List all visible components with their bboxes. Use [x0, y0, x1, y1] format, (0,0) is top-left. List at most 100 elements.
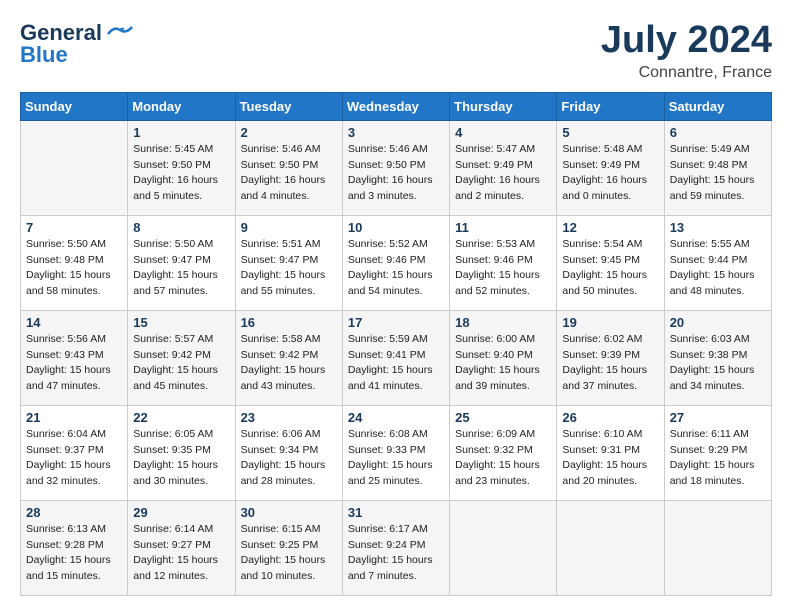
calendar-header-row: SundayMondayTuesdayWednesdayThursdayFrid… — [21, 92, 772, 120]
calendar-cell: 15 Sunrise: 5:57 AM Sunset: 9:42 PM Dayli… — [128, 310, 235, 405]
logo: General Blue — [20, 20, 134, 68]
day-info: Sunrise: 5:52 AM Sunset: 9:46 PM Dayligh… — [348, 237, 444, 300]
page-header: General Blue July 2024 Connantre, France — [20, 20, 772, 82]
day-info: Sunrise: 6:14 AM Sunset: 9:27 PM Dayligh… — [133, 522, 229, 585]
calendar-cell: 13Sunrise: 5:55 AM Sunset: 9:44 PM Dayli… — [664, 215, 771, 310]
day-info: Sunrise: 5:54 AM Sunset: 9:45 PM Dayligh… — [562, 237, 658, 300]
calendar-cell — [664, 500, 771, 595]
day-number: 29 — [133, 505, 229, 520]
day-number: 9 — [241, 220, 337, 235]
day-number: 26 — [562, 410, 658, 425]
day-number: 22 — [133, 410, 229, 425]
calendar-cell: 9 Sunrise: 5:51 AM Sunset: 9:47 PM Daylig… — [235, 215, 342, 310]
day-number: 25 — [455, 410, 551, 425]
day-info: Sunrise: 5:49 AM Sunset: 9:48 PM Dayligh… — [670, 142, 766, 205]
column-header-tuesday: Tuesday — [235, 92, 342, 120]
day-info: Sunrise: 5:57 AM Sunset: 9:42 PM Dayligh… — [133, 332, 229, 395]
day-number: 1 — [133, 125, 229, 140]
calendar-cell: 18Sunrise: 6:00 AM Sunset: 9:40 PM Dayli… — [450, 310, 557, 405]
day-info: Sunrise: 6:06 AM Sunset: 9:34 PM Dayligh… — [241, 427, 337, 490]
day-number: 13 — [670, 220, 766, 235]
calendar-cell — [450, 500, 557, 595]
day-number: 16 — [241, 315, 337, 330]
column-header-wednesday: Wednesday — [342, 92, 449, 120]
calendar-week-row: 28Sunrise: 6:13 AM Sunset: 9:28 PM Dayli… — [21, 500, 772, 595]
day-number: 7 — [26, 220, 122, 235]
calendar-week-row: 21 Sunrise: 6:04 AM Sunset: 9:37 PM Dayli… — [21, 405, 772, 500]
day-number: 4 — [455, 125, 551, 140]
calendar-cell — [21, 120, 128, 215]
day-number: 12 — [562, 220, 658, 235]
day-number: 11 — [455, 220, 551, 235]
day-number: 3 — [348, 125, 444, 140]
calendar-cell: 4 Sunrise: 5:47 AM Sunset: 9:49 PM Daylig… — [450, 120, 557, 215]
location: Connantre, France — [601, 64, 772, 82]
logo-bird-icon — [106, 24, 134, 42]
calendar-cell: 26 Sunrise: 6:10 AM Sunset: 9:31 PM Dayli… — [557, 405, 664, 500]
logo-blue: Blue — [20, 42, 68, 68]
day-number: 2 — [241, 125, 337, 140]
calendar-cell: 29 Sunrise: 6:14 AM Sunset: 9:27 PM Dayli… — [128, 500, 235, 595]
calendar-cell: 16 Sunrise: 5:58 AM Sunset: 9:42 PM Dayli… — [235, 310, 342, 405]
day-info: Sunrise: 6:02 AM Sunset: 9:39 PM Dayligh… — [562, 332, 658, 395]
day-info: Sunrise: 6:11 AM Sunset: 9:29 PM Dayligh… — [670, 427, 766, 490]
calendar-cell: 21 Sunrise: 6:04 AM Sunset: 9:37 PM Dayli… — [21, 405, 128, 500]
title-section: July 2024 Connantre, France — [601, 20, 772, 82]
day-info: Sunrise: 6:04 AM Sunset: 9:37 PM Dayligh… — [26, 427, 122, 490]
day-number: 17 — [348, 315, 444, 330]
day-info: Sunrise: 5:47 AM Sunset: 9:49 PM Dayligh… — [455, 142, 551, 205]
calendar-cell: 2 Sunrise: 5:46 AM Sunset: 9:50 PM Daylig… — [235, 120, 342, 215]
month-title: July 2024 — [601, 20, 772, 62]
calendar-cell: 24 Sunrise: 6:08 AM Sunset: 9:33 PM Dayli… — [342, 405, 449, 500]
day-info: Sunrise: 5:45 AM Sunset: 9:50 PM Dayligh… — [133, 142, 229, 205]
calendar-cell: 25 Sunrise: 6:09 AM Sunset: 9:32 PM Dayli… — [450, 405, 557, 500]
calendar-week-row: 14 Sunrise: 5:56 AM Sunset: 9:43 PM Dayli… — [21, 310, 772, 405]
day-info: Sunrise: 5:46 AM Sunset: 9:50 PM Dayligh… — [348, 142, 444, 205]
day-number: 21 — [26, 410, 122, 425]
day-info: Sunrise: 6:08 AM Sunset: 9:33 PM Dayligh… — [348, 427, 444, 490]
day-info: Sunrise: 5:51 AM Sunset: 9:47 PM Dayligh… — [241, 237, 337, 300]
day-number: 30 — [241, 505, 337, 520]
day-info: Sunrise: 5:53 AM Sunset: 9:46 PM Dayligh… — [455, 237, 551, 300]
day-info: Sunrise: 5:46 AM Sunset: 9:50 PM Dayligh… — [241, 142, 337, 205]
day-info: Sunrise: 5:59 AM Sunset: 9:41 PM Dayligh… — [348, 332, 444, 395]
day-info: Sunrise: 6:03 AM Sunset: 9:38 PM Dayligh… — [670, 332, 766, 395]
calendar-cell: 8 Sunrise: 5:50 AM Sunset: 9:47 PM Daylig… — [128, 215, 235, 310]
column-header-monday: Monday — [128, 92, 235, 120]
calendar-cell — [557, 500, 664, 595]
column-header-sunday: Sunday — [21, 92, 128, 120]
calendar-cell: 31 Sunrise: 6:17 AM Sunset: 9:24 PM Dayli… — [342, 500, 449, 595]
day-info: Sunrise: 5:50 AM Sunset: 9:48 PM Dayligh… — [26, 237, 122, 300]
day-info: Sunrise: 6:05 AM Sunset: 9:35 PM Dayligh… — [133, 427, 229, 490]
column-header-friday: Friday — [557, 92, 664, 120]
calendar-cell: 30 Sunrise: 6:15 AM Sunset: 9:25 PM Dayli… — [235, 500, 342, 595]
day-number: 15 — [133, 315, 229, 330]
day-info: Sunrise: 5:50 AM Sunset: 9:47 PM Dayligh… — [133, 237, 229, 300]
calendar-cell: 10 Sunrise: 5:52 AM Sunset: 9:46 PM Dayli… — [342, 215, 449, 310]
day-info: Sunrise: 6:10 AM Sunset: 9:31 PM Dayligh… — [562, 427, 658, 490]
day-number: 31 — [348, 505, 444, 520]
calendar-cell: 20Sunrise: 6:03 AM Sunset: 9:38 PM Dayli… — [664, 310, 771, 405]
day-info: Sunrise: 5:56 AM Sunset: 9:43 PM Dayligh… — [26, 332, 122, 395]
day-number: 10 — [348, 220, 444, 235]
calendar-cell: 28Sunrise: 6:13 AM Sunset: 9:28 PM Dayli… — [21, 500, 128, 595]
calendar-cell: 14 Sunrise: 5:56 AM Sunset: 9:43 PM Dayli… — [21, 310, 128, 405]
day-number: 14 — [26, 315, 122, 330]
calendar-cell: 7 Sunrise: 5:50 AM Sunset: 9:48 PM Daylig… — [21, 215, 128, 310]
day-number: 24 — [348, 410, 444, 425]
day-info: Sunrise: 6:17 AM Sunset: 9:24 PM Dayligh… — [348, 522, 444, 585]
calendar-cell: 27Sunrise: 6:11 AM Sunset: 9:29 PM Dayli… — [664, 405, 771, 500]
calendar-cell: 5 Sunrise: 5:48 AM Sunset: 9:49 PM Daylig… — [557, 120, 664, 215]
day-info: Sunrise: 5:58 AM Sunset: 9:42 PM Dayligh… — [241, 332, 337, 395]
calendar-cell: 11 Sunrise: 5:53 AM Sunset: 9:46 PM Dayli… — [450, 215, 557, 310]
day-number: 8 — [133, 220, 229, 235]
day-number: 18 — [455, 315, 551, 330]
day-info: Sunrise: 6:15 AM Sunset: 9:25 PM Dayligh… — [241, 522, 337, 585]
day-info: Sunrise: 5:48 AM Sunset: 9:49 PM Dayligh… — [562, 142, 658, 205]
calendar-cell: 12 Sunrise: 5:54 AM Sunset: 9:45 PM Dayli… — [557, 215, 664, 310]
column-header-saturday: Saturday — [664, 92, 771, 120]
day-number: 5 — [562, 125, 658, 140]
day-number: 19 — [562, 315, 658, 330]
day-info: Sunrise: 6:09 AM Sunset: 9:32 PM Dayligh… — [455, 427, 551, 490]
calendar-cell: 6Sunrise: 5:49 AM Sunset: 9:48 PM Daylig… — [664, 120, 771, 215]
